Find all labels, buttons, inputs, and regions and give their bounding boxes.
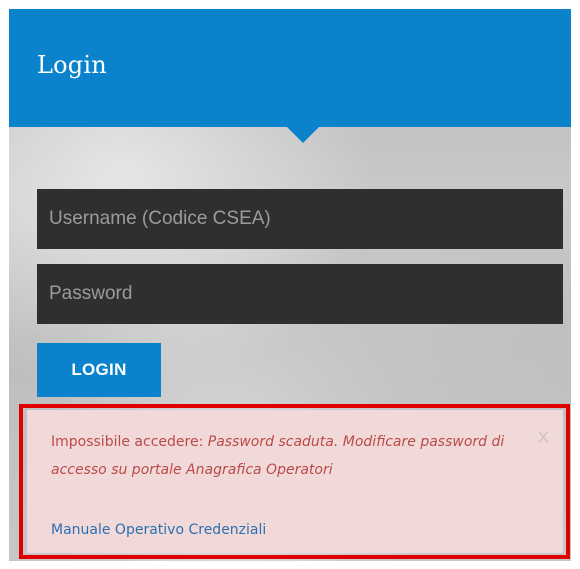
username-placeholder: Username (Codice CSEA) (49, 208, 271, 229)
alert-message: Impossibile accedere: Password scaduta. … (51, 428, 523, 484)
error-alert: Impossibile accedere: Password scaduta. … (27, 410, 563, 553)
login-button[interactable]: LOGIN (37, 343, 161, 397)
username-input[interactable]: Username (Codice CSEA) (37, 189, 563, 249)
login-header: Login (9, 9, 571, 127)
page-title: Login (37, 51, 107, 79)
alert-prefix: Impossibile accedere: (51, 434, 208, 450)
password-input[interactable]: Password (37, 264, 563, 324)
screenshot-frame: Login Username (Codice CSEA) Password LO… (0, 0, 580, 569)
manual-link[interactable]: Manuale Operativo Credenziali (51, 522, 266, 538)
close-icon[interactable]: X (538, 428, 549, 448)
password-placeholder: Password (49, 283, 133, 304)
caret-down-icon (287, 127, 319, 143)
